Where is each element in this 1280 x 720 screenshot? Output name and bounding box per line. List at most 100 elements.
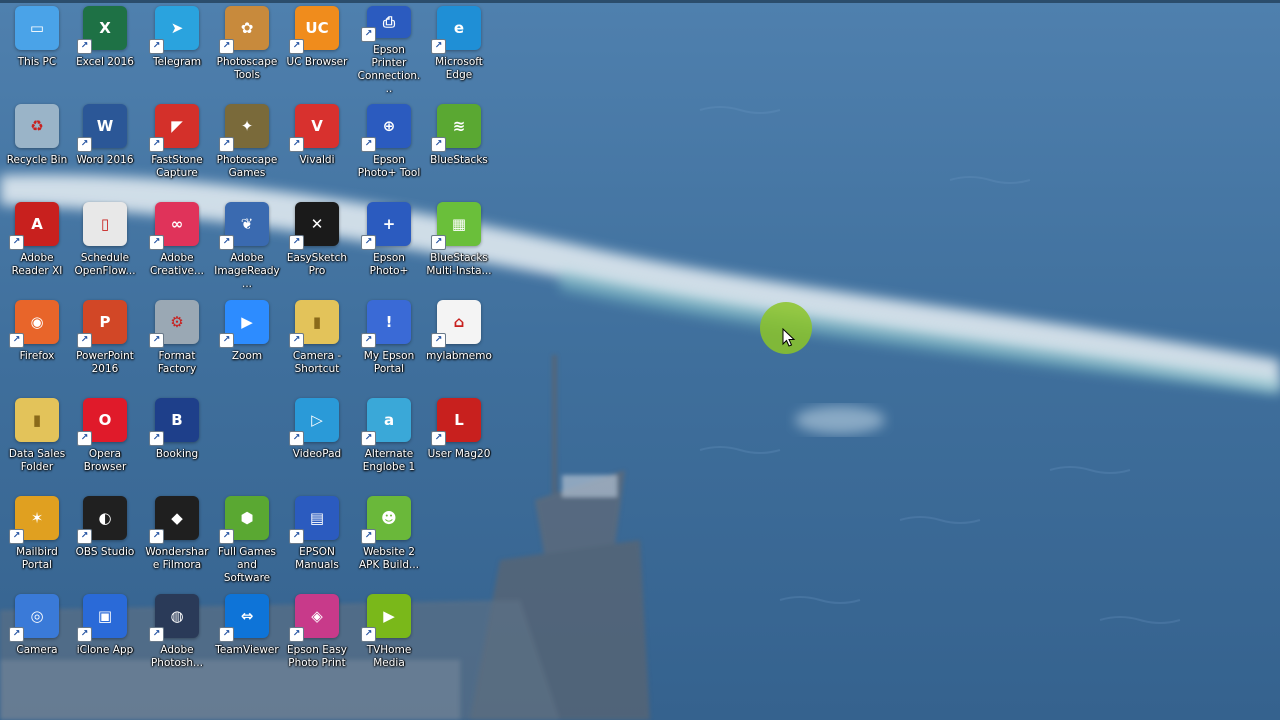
opera-glyph: O [98,410,112,429]
desktop-icon-firefox[interactable]: ◉ ↗ Firefox [4,296,70,390]
desktop-icon-my-epson-portal[interactable]: ! ↗ My Epson Portal [356,296,422,390]
desktop-icon-label: Word 2016 [76,154,134,166]
epson-manuals-icon: ▤ ↗ [289,496,339,544]
zoom-icon: ▶ ↗ [219,300,269,348]
desktop-icon-epson-photo-plus[interactable]: + ↗ Epson Photo+ [356,198,422,292]
shortcut-arrow-icon: ↗ [77,39,92,54]
my-epson-portal-glyph: ! [385,312,393,331]
desktop-icon-label: My Epson Portal [363,350,415,375]
desktop-icon-epson-printer-connection[interactable]: ⎙ ↗ Epson Printer Connection... [356,2,422,96]
desktop-icon-mailbird-portal[interactable]: ✶ ↗ Mailbird Portal [4,492,70,586]
adobe-creative-cloud-glyph: ∞ [170,214,184,233]
desktop-icon-excel[interactable]: X ↗ Excel 2016 [72,2,138,96]
desktop-icon-full-games[interactable]: ⬢ ↗ Full Games and Software [214,492,280,586]
desktop-icon-label: Epson Printer Connection... [357,44,421,95]
desktop-icon-photoscape-tools[interactable]: ✿ ↗ Photoscape Tools [214,2,280,96]
obs-studio-glyph: ◐ [98,508,112,527]
desktop-icon-label: BlueStacks Multi-Insta... [426,252,492,277]
teamviewer-glyph: ⇔ [240,606,254,625]
desktop-icon-alternate-englobe[interactable]: a ↗ Alternate Englobe 1 [356,394,422,488]
desktop-icon-booking[interactable]: B ↗ Booking [144,394,210,488]
iclone-icon: ▣ ↗ [77,594,127,642]
excel-icon: X ↗ [77,6,127,54]
desktop-icon-zoom[interactable]: ▶ ↗ Zoom [214,296,280,390]
desktop-icon-label: Zoom [231,350,263,362]
desktop-icon-camera[interactable]: ◎ ↗ Camera [4,590,70,684]
videopad-icon: ▷ ↗ [289,398,339,446]
shortcut-arrow-icon: ↗ [219,137,234,152]
desktop-icon-teamviewer[interactable]: ⇔ ↗ TeamViewer [214,590,280,684]
desktop-icon-opera[interactable]: O ↗ Opera Browser [72,394,138,488]
desktop-icon-label: Vivaldi [299,154,335,166]
shortcut-arrow-icon: ↗ [149,627,164,642]
word-icon: W ↗ [77,104,127,152]
desktop-icon-epson-photo-tool[interactable]: ⊕ ↗ Epson Photo+ Tool [356,100,422,194]
desktop-icon-adobe-image-ready[interactable]: ❦ ↗ Adobe ImageReady... [214,198,280,292]
my-epson-portal-icon: ! ↗ [361,300,411,348]
desktop-icon-faststone-capture[interactable]: ◤ ↗ FastStone Capture [144,100,210,194]
desktop-icon-easysketchpro[interactable]: ✕ ↗ EasySketchPro [284,198,350,292]
shortcut-arrow-icon: ↗ [289,333,304,348]
desktop-icon-user-mag[interactable]: L ↗ User Mag20 [426,394,492,488]
shortcut-arrow-icon: ↗ [77,333,92,348]
desktop-icon-bluestacks-multi[interactable]: ▦ ↗ BlueStacks Multi-Insta... [426,198,492,292]
shortcut-arrow-icon: ↗ [289,137,304,152]
camera-shortcut-icon: ▮ ↗ [289,300,339,348]
shortcut-arrow-icon: ↗ [149,333,164,348]
shortcut-arrow-icon: ↗ [431,39,446,54]
telegram-glyph: ➤ [170,18,184,37]
adobe-photoshop-icon: ◍ ↗ [149,594,199,642]
desktop-icon-obs-studio[interactable]: ◐ ↗ OBS Studio [72,492,138,586]
desktop-icon-adobe-photoshop[interactable]: ◍ ↗ Adobe Photosh... [144,590,210,684]
desktop-icon-label: Excel 2016 [76,56,134,68]
zoom-glyph: ▶ [241,312,253,331]
desktop-icon-powerpoint[interactable]: P ↗ PowerPoint 2016 [72,296,138,390]
desktop-icon-grid: ▭ This PC X ↗ Excel 2016 ➤ ↗ Telegram ✿ ↗ Photosca… [0,0,1280,720]
shortcut-arrow-icon: ↗ [289,39,304,54]
vivaldi-icon: V ↗ [289,104,339,152]
desktop-icon-label: Adobe Creative... [149,252,205,277]
desktop-icon-photoscape-games[interactable]: ✦ ↗ Photoscape Games [214,100,280,194]
shortcut-arrow-icon: ↗ [431,333,446,348]
desktop-icon-data-sales-folder[interactable]: ▮ Data Sales Folder [4,394,70,488]
desktop-icon-tvhome-media[interactable]: ▶ ↗ TVHome Media [356,590,422,684]
desktop-icon-recycle-bin[interactable]: ♻ Recycle Bin [4,100,70,194]
mailbird-portal-icon: ✶ ↗ [9,496,59,544]
desktop-icon-adobe-reader[interactable]: A ↗ Adobe Reader XI [4,198,70,292]
desktop-icon-wondershare-filmora[interactable]: ◆ ↗ Wondershare Filmora [144,492,210,586]
epson-printer-connection-glyph: ⎙ [382,12,395,31]
desktop-icon-epson-easy-photo-print[interactable]: ◈ ↗ Epson Easy Photo Print [284,590,350,684]
desktop-icon-schedule[interactable]: ▯ Schedule OpenFlow... [72,198,138,292]
epson-easy-photo-print-icon: ◈ ↗ [289,594,339,642]
desktop-icon-vivaldi[interactable]: V ↗ Vivaldi [284,100,350,194]
wondershare-filmora-glyph: ◆ [171,508,183,527]
desktop-icon-microsoft-edge[interactable]: e ↗ Microsoft Edge [426,2,492,96]
desktop-icon-label: mylabmemo [426,350,492,362]
easysketchpro-icon: ✕ ↗ [289,202,339,250]
desktop-icon-label: Microsoft Edge [435,56,483,81]
desktop-icon-website-apk[interactable]: ☻ ↗ Website 2 APK Build... [356,492,422,586]
desktop-icon-label: Opera Browser [83,448,127,473]
desktop-icon-epson-manuals[interactable]: ▤ ↗ EPSON Manuals [284,492,350,586]
desktop-icon-videopad[interactable]: ▷ ↗ VideoPad [284,394,350,488]
desktop-icon-label: Photoscape Tools [216,56,278,81]
desktop-icon-label: PowerPoint 2016 [76,350,134,375]
microsoft-edge-icon: e ↗ [431,6,481,54]
shortcut-arrow-icon: ↗ [289,529,304,544]
recycle-bin-glyph: ♻ [30,116,44,135]
desktop-icon-adobe-creative-cloud[interactable]: ∞ ↗ Adobe Creative... [144,198,210,292]
shortcut-arrow-icon: ↗ [289,627,304,642]
desktop-icon-word[interactable]: W ↗ Word 2016 [72,100,138,194]
desktop-icon-bluestacks[interactable]: ≋ ↗ BlueStacks [426,100,492,194]
shortcut-arrow-icon: ↗ [9,333,24,348]
obs-studio-icon: ◐ ↗ [77,496,127,544]
desktop-icon-iclone[interactable]: ▣ ↗ iClone App [72,590,138,684]
desktop-icon-label: This PC [17,56,57,68]
desktop-icon-format-factory[interactable]: ⚙ ↗ Format Factory [144,296,210,390]
desktop-icon-this-pc[interactable]: ▭ This PC [4,2,70,96]
desktop-icon-telegram[interactable]: ➤ ↗ Telegram [144,2,210,96]
desktop-icon-uc-browser[interactable]: UC ↗ UC Browser [284,2,350,96]
desktop-icon-mylabmemo[interactable]: ⌂ ↗ mylabmemo [426,296,492,390]
desktop-icon-camera-shortcut[interactable]: ▮ ↗ Camera - Shortcut [284,296,350,390]
telegram-icon: ➤ ↗ [149,6,199,54]
